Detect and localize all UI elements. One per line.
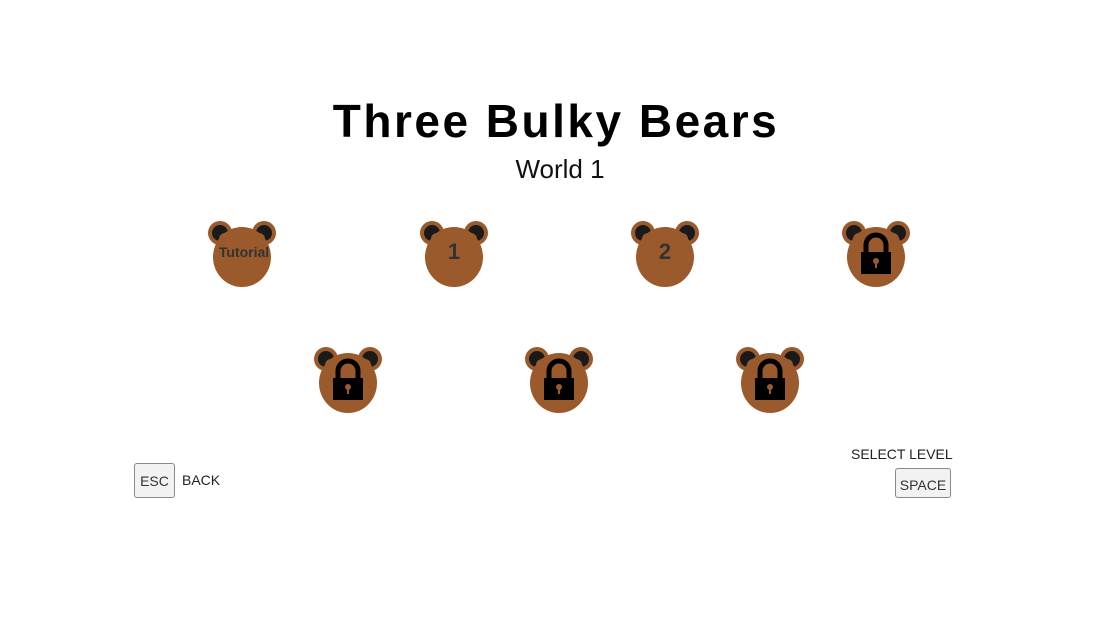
world-title: World 1 bbox=[515, 154, 605, 184]
level-button[interactable]: 2 bbox=[630, 219, 700, 289]
back-label: BACK bbox=[182, 472, 221, 488]
level-select-screen: Three Bulky Bears World 1 Tutorial 1 2 ESC… bbox=[0, 0, 1112, 625]
game-title: Three Bulky Bears bbox=[332, 95, 780, 147]
level-button-locked[interactable] bbox=[313, 345, 383, 415]
level-button-locked[interactable] bbox=[841, 219, 911, 289]
space-key-button[interactable]: SPACE bbox=[895, 468, 951, 498]
level-button[interactable]: 1 bbox=[419, 219, 489, 289]
level-button-locked[interactable] bbox=[524, 345, 594, 415]
level-label: Tutorial bbox=[218, 244, 270, 260]
level-button[interactable]: Tutorial bbox=[207, 219, 277, 289]
esc-key-button[interactable]: ESC bbox=[134, 463, 175, 498]
level-button-locked[interactable] bbox=[735, 345, 805, 415]
select-level-label: SELECT LEVEL bbox=[851, 446, 953, 462]
level-label: 1 bbox=[447, 239, 461, 264]
level-label: 2 bbox=[658, 239, 672, 264]
